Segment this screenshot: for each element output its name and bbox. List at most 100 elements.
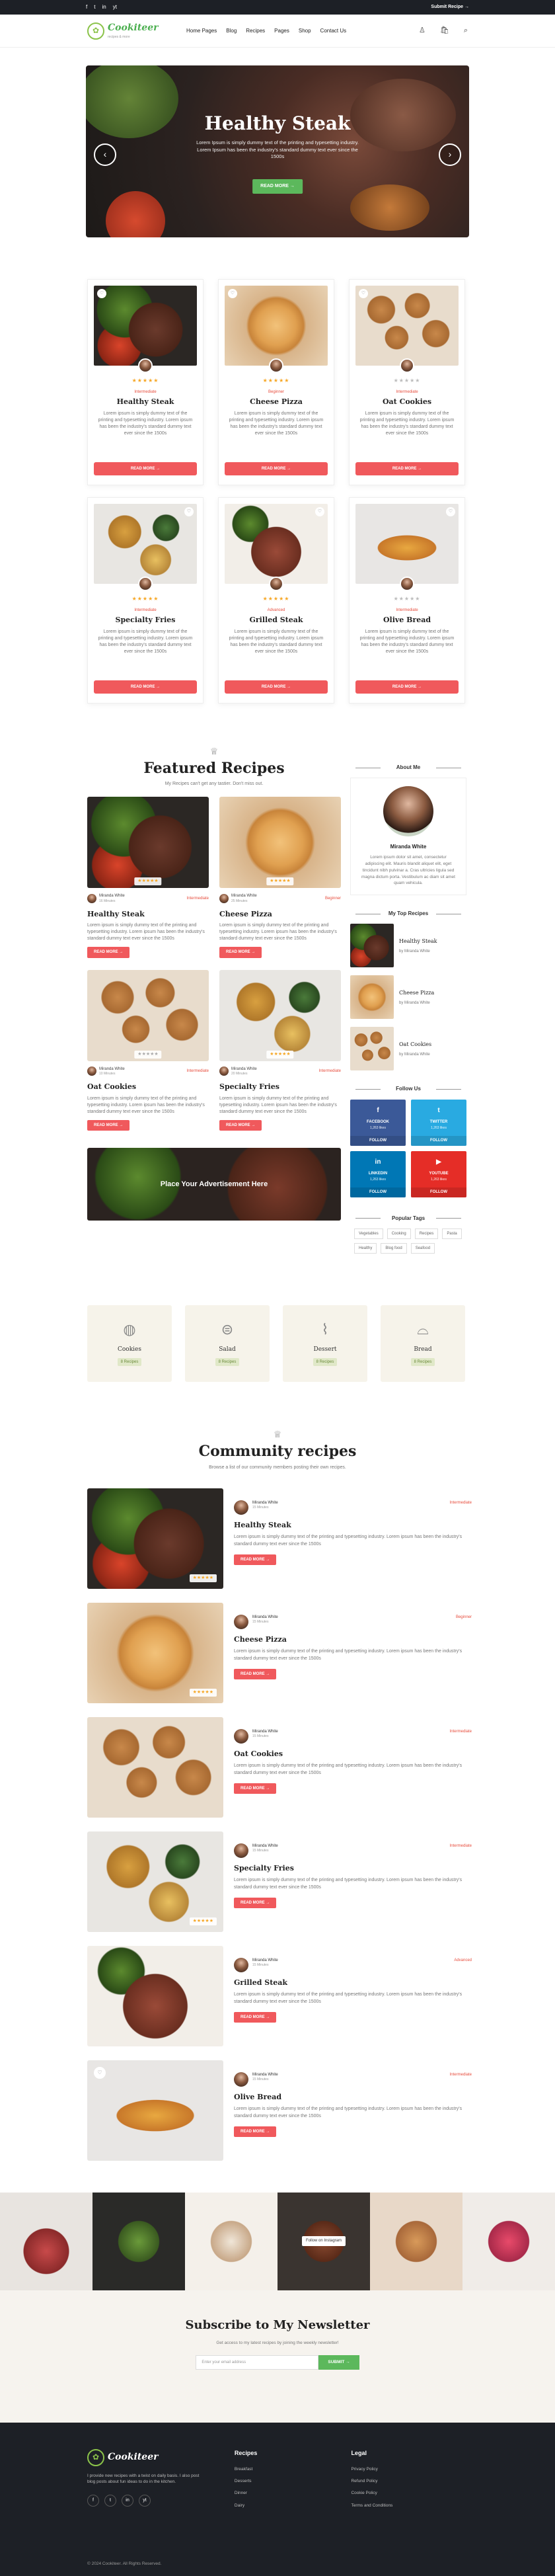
recipe-title[interactable]: Olive Bread [355,615,459,625]
linkedin-follow-box[interactable]: in LINKEDIN 1,263 likes FOLLOW [350,1150,406,1197]
recipe-card[interactable]: ♡ ★★★★★ Intermediate Healthy Steak Lorem… [87,279,204,485]
recipe-card[interactable]: ♡ ★★★★★ Intermediate Oat Cookies Lorem i… [349,279,465,485]
twitter-icon[interactable]: t [94,3,95,11]
recipe-title[interactable]: Olive Bread [234,2092,472,2102]
read-more-button[interactable]: READ MORE → [234,1783,277,1794]
linkedin-icon[interactable]: in [102,3,106,11]
follow-button[interactable]: FOLLOW [411,1187,466,1197]
footer-link[interactable]: Terms and Conditions [351,2503,468,2509]
community-recipe-row[interactable]: ★★★★★ Miranda White 15 Minutes Beginner Ch… [87,1602,472,1703]
recipe-title[interactable]: Cheese Pizza [219,909,341,919]
heart-icon[interactable]: ♡ [359,289,368,298]
author-name[interactable]: Miranda White [252,1958,278,1963]
youtube-icon[interactable]: yt [139,2495,151,2507]
recipe-card[interactable]: ♡ ★★★★★ Intermediate Olive Bread Lorem i… [349,497,465,704]
recipe-card[interactable]: ♡ ★★★★★ Intermediate Specialty Fries Lor… [87,497,204,704]
tag[interactable]: Seafood [410,1243,435,1254]
recipe-image[interactable] [87,1716,223,1818]
nav-contact[interactable]: Contact Us [320,27,347,34]
footer-logo[interactable]: ✿ Cookiteer [87,2448,186,2466]
author-name[interactable]: Miranda White [252,1615,278,1620]
recipe-image[interactable]: ★★★★★ [219,969,341,1061]
recipe-image[interactable]: ♡ [94,504,197,584]
cart-icon[interactable]: 🛍 [440,26,449,36]
read-more-button[interactable]: READ MORE → [94,462,197,475]
heart-icon[interactable]: ♡ [97,289,106,298]
read-more-button[interactable]: READ MORE → [219,947,262,958]
recipe-title[interactable]: Cheese Pizza [234,1634,472,1644]
twitter-follow-box[interactable]: t TWITTER 1,263 likes FOLLOW [411,1099,466,1146]
category-tile[interactable]: ⌇ Dessert 8 Recipes [283,1305,367,1383]
community-recipe-row[interactable]: ★★★★★ Miranda White 15 Minutes Intermediat… [87,1831,472,1932]
footer-link[interactable]: Desserts [235,2478,352,2484]
follow-button[interactable]: FOLLOW [350,1136,406,1146]
heart-icon[interactable]: ♡ [446,507,455,516]
recipe-image[interactable] [87,1945,223,2046]
top-recipe-title[interactable]: Healthy Steak [399,938,437,945]
footer-link[interactable]: Cookie Policy [351,2490,468,2496]
tag[interactable]: Blog food [381,1243,407,1254]
submit-button[interactable]: SUBMIT → [318,2355,359,2370]
top-recipe-item[interactable]: Cheese Pizza by Miranda White [350,975,466,1020]
advertisement-banner[interactable]: Place Your Advertisement Here [87,1148,341,1221]
recipe-image[interactable]: ★★★★★ [87,797,209,889]
read-more-button[interactable]: READ MORE → [234,1669,277,1680]
tag[interactable]: Healthy [354,1243,377,1254]
recipe-card[interactable]: ♡ ★★★★★ Beginner Cheese Pizza Lorem ipsu… [218,279,334,485]
twitter-icon[interactable]: t [104,2495,116,2507]
recipe-image[interactable]: ♡ [355,286,459,366]
recipe-image[interactable]: ★★★★★ [219,797,341,889]
nav-shop[interactable]: Shop [299,27,311,34]
footer-link[interactable]: Refund Policy [351,2478,468,2484]
hero-read-more-button[interactable]: READ MORE → [252,179,303,194]
author-name[interactable]: Miranda White [99,893,125,899]
hero-prev-arrow-icon[interactable]: ‹ [94,143,116,166]
featured-card[interactable]: ★★★★★ Miranda White 10 Minutes Intermediat… [87,969,209,1131]
category-tile[interactable]: ◍ Cookies 8 Recipes [87,1305,172,1383]
recipe-image[interactable]: ♡ [225,286,328,366]
top-recipe-title[interactable]: Oat Cookies [399,1041,431,1048]
recipe-card[interactable]: ♡ ★★★★★ Advanced Grilled Steak Lorem ips… [218,497,334,704]
footer-link[interactable]: Dairy [235,2503,352,2509]
instagram-photo[interactable] [185,2192,278,2290]
youtube-icon[interactable]: yt [113,3,117,11]
top-recipe-thumb[interactable] [350,975,394,1020]
logo[interactable]: ✿ Cookiteer recipes & more [87,22,186,40]
instagram-photo[interactable]: Follow on Instagram [278,2192,370,2290]
heart-icon[interactable]: ♡ [94,2066,106,2079]
facebook-icon[interactable]: f [87,2495,99,2507]
community-recipe-row[interactable]: ★★★★★ Miranda White 15 Minutes Intermediat… [87,1488,472,1589]
author-name[interactable]: Miranda White [231,1067,257,1072]
top-recipe-thumb[interactable] [350,924,394,968]
read-more-button[interactable]: READ MORE → [87,947,130,958]
author-name[interactable]: Miranda White [252,1843,278,1849]
author-name[interactable]: Miranda White [231,893,257,899]
recipe-image[interactable]: ♡ [355,504,459,584]
community-recipe-row[interactable]: ♡ Miranda White 15 Minutes Intermediate Ol… [87,2060,472,2161]
community-recipe-row[interactable]: Miranda White 15 Minutes Advanced Grilled … [87,1945,472,2046]
read-more-button[interactable]: READ MORE → [355,462,459,475]
youtube-follow-box[interactable]: ▶ YOUTUBE 1,263 likes FOLLOW [411,1150,466,1197]
recipe-image[interactable]: ♡ [225,504,328,584]
author-name[interactable]: Miranda White [252,1729,278,1734]
tag[interactable]: Recipes [414,1228,439,1240]
recipe-title[interactable]: Oat Cookies [234,1749,472,1759]
recipe-image[interactable]: ★★★★★ [87,1488,223,1589]
facebook-follow-box[interactable]: f FACEBOOK 1,263 likes FOLLOW [350,1099,406,1146]
category-tile[interactable]: ⊜ Salad 8 Recipes [185,1305,270,1383]
recipe-image[interactable]: ★★★★★ [87,1602,223,1703]
tag[interactable]: Vegetables [354,1228,383,1240]
facebook-icon[interactable]: f [86,3,87,11]
instagram-photo[interactable] [462,2192,555,2290]
heart-icon[interactable]: ♡ [315,507,324,516]
recipe-title[interactable]: Grilled Steak [225,615,328,625]
instagram-photo[interactable] [0,2192,92,2290]
recipe-title[interactable]: Specialty Fries [234,1863,472,1873]
submit-recipe-link[interactable]: Submit Recipe → [431,4,469,11]
instagram-photo[interactable] [370,2192,462,2290]
read-more-button[interactable]: READ MORE → [234,1898,277,1909]
email-field[interactable]: Enter your email address [196,2355,319,2370]
footer-link[interactable]: Breakfast [235,2466,352,2472]
recipe-image[interactable]: ♡ [94,286,197,366]
author-name[interactable]: Miranda White [252,2072,278,2077]
